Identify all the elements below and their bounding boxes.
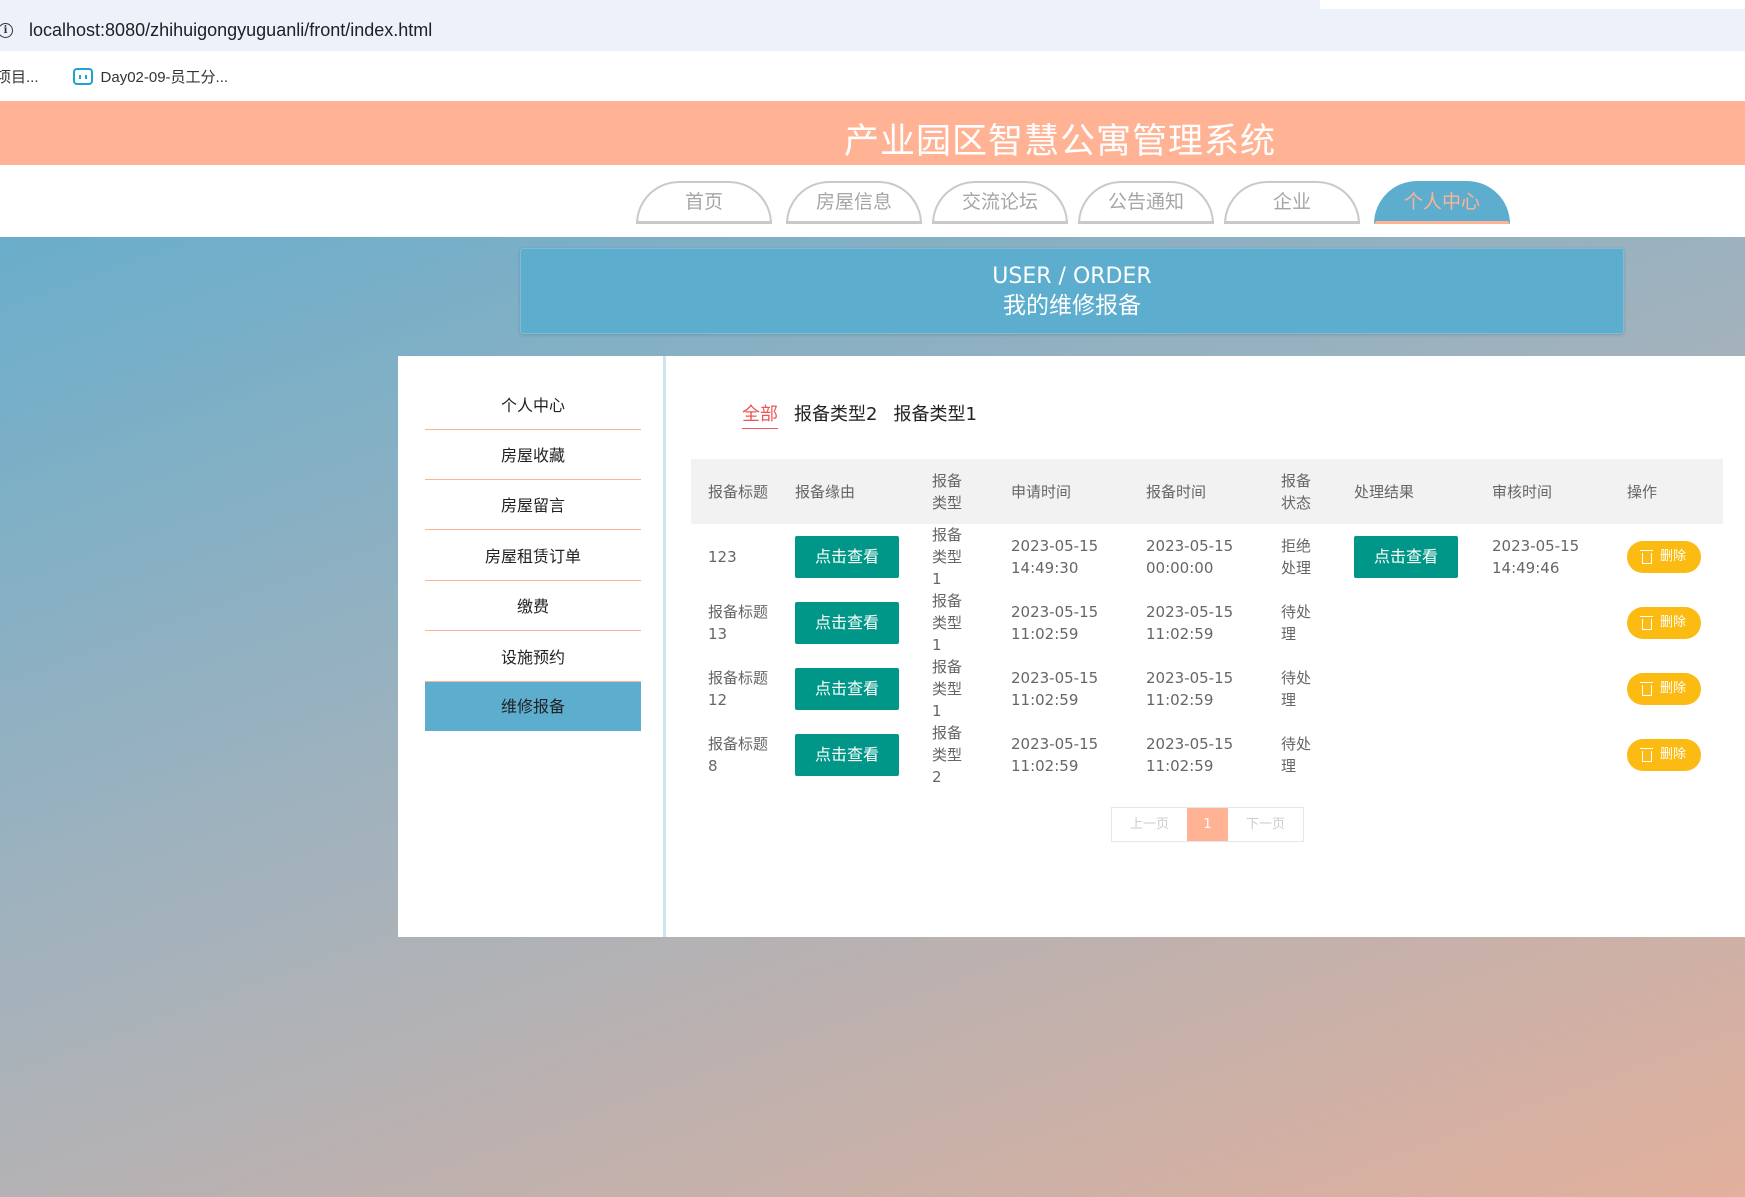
cell-audit-time xyxy=(1475,656,1610,722)
site-title: 产业园区智慧公寓管理系统 xyxy=(843,122,1276,162)
bookmark-2-label: Day02-09-员工分... xyxy=(100,68,229,86)
sidebar-item-user-center[interactable]: 个人中心 xyxy=(425,381,641,430)
delete-button[interactable]: 删除 xyxy=(1627,673,1701,705)
delete-label: 删除 xyxy=(1659,549,1686,564)
delete-label: 删除 xyxy=(1659,681,1686,696)
th-reason: 报备缘由 xyxy=(795,482,856,501)
cell-title: 123 xyxy=(708,548,737,566)
th-report-time: 报备时间 xyxy=(1146,482,1207,501)
cell-audit-time xyxy=(1475,590,1610,656)
url-text[interactable]: localhost:8080/zhihuigongyuguanli/front/… xyxy=(29,20,432,41)
type-filter: 全部 报备类型2 报备类型1 xyxy=(742,400,993,429)
filter-type2[interactable]: 报备类型2 xyxy=(794,400,877,429)
cell-result xyxy=(1337,656,1475,722)
site-info-icon[interactable]: i xyxy=(0,22,13,38)
delete-button[interactable]: 删除 xyxy=(1627,739,1701,771)
nav-home[interactable]: 首页 xyxy=(636,181,772,224)
nav-user-center[interactable]: 个人中心 xyxy=(1374,181,1510,224)
th-status: 报备状态 xyxy=(1281,471,1312,512)
trash-icon xyxy=(1639,615,1653,630)
view-result-button[interactable]: 点击查看 xyxy=(1354,536,1458,578)
cell-apply-time: 2023-05-15 14:49:30 xyxy=(1011,537,1099,577)
view-reason-button[interactable]: 点击查看 xyxy=(795,602,899,644)
cell-status: 待处理 xyxy=(1281,603,1312,643)
cell-audit-time xyxy=(1475,722,1610,788)
banner-cn: 我的维修报备 xyxy=(1003,293,1141,319)
bilibili-icon xyxy=(72,67,93,85)
sidebar-item-favorites[interactable]: 房屋收藏 xyxy=(425,431,641,480)
next-page-button[interactable]: 下一页 xyxy=(1228,808,1303,841)
banner-en: USER / ORDER xyxy=(992,264,1152,289)
delete-button[interactable]: 删除 xyxy=(1627,607,1701,639)
table-header-row: 报备标题 报备缘由 报备类型 申请时间 报备时间 报备状态 处理结果 审核时间 … xyxy=(691,459,1723,524)
site-header: 产业园区智慧公寓管理系统 xyxy=(0,101,1745,165)
repair-report-table: 报备标题 报备缘由 报备类型 申请时间 报备时间 报备状态 处理结果 审核时间 … xyxy=(691,459,1723,788)
th-type: 报备类型 xyxy=(932,471,963,512)
view-reason-button[interactable]: 点击查看 xyxy=(795,668,899,710)
filter-all[interactable]: 全部 xyxy=(742,400,778,429)
pagination: 上一页 1 下一页 xyxy=(1111,807,1304,842)
th-apply-time: 申请时间 xyxy=(1011,482,1072,501)
trash-icon xyxy=(1639,747,1653,762)
delete-button[interactable]: 删除 xyxy=(1627,541,1701,573)
sidebar: 个人中心 房屋收藏 房屋留言 房屋租赁订单 缴费 设施预约 维修报备 xyxy=(398,356,666,937)
cell-type: 报备类型1 xyxy=(932,592,963,654)
cell-apply-time: 2023-05-15 11:02:59 xyxy=(1011,735,1099,775)
nav-notice[interactable]: 公告通知 xyxy=(1078,181,1214,224)
table-row: 123 点击查看 报备类型1 2023-05-15 14:49:30 2023-… xyxy=(691,524,1723,590)
sidebar-item-rental-orders[interactable]: 房屋租赁订单 xyxy=(425,532,641,581)
cell-status: 待处理 xyxy=(1281,735,1312,775)
th-actions: 操作 xyxy=(1627,482,1658,501)
th-result: 处理结果 xyxy=(1354,482,1415,501)
cell-type: 报备类型1 xyxy=(932,526,963,588)
table-row: 报备标题8 点击查看 报备类型2 2023-05-15 11:02:59 202… xyxy=(691,722,1723,788)
content-panel: 个人中心 房屋收藏 房屋留言 房屋租赁订单 缴费 设施预约 维修报备 全部 报备… xyxy=(398,356,1745,937)
current-page[interactable]: 1 xyxy=(1187,808,1228,841)
cell-type: 报备类型2 xyxy=(932,724,963,786)
bookmark-1[interactable]: 项目... xyxy=(0,66,39,87)
nav-house-info[interactable]: 房屋信息 xyxy=(786,181,922,224)
sidebar-item-repair-report[interactable]: 维修报备 xyxy=(425,682,641,731)
cell-status: 待处理 xyxy=(1281,669,1312,709)
address-bar[interactable]: i localhost:8080/zhihuigongyuguanli/fron… xyxy=(0,9,1745,51)
cell-result xyxy=(1337,590,1475,656)
page-banner: USER / ORDER 我的维修报备 xyxy=(520,248,1624,334)
sidebar-item-payment[interactable]: 缴费 xyxy=(425,582,641,631)
cell-apply-time: 2023-05-15 11:02:59 xyxy=(1011,603,1099,643)
prev-page-button[interactable]: 上一页 xyxy=(1112,808,1187,841)
delete-label: 删除 xyxy=(1659,615,1686,630)
cell-report-time: 2023-05-15 00:00:00 xyxy=(1146,537,1234,577)
th-audit-time: 审核时间 xyxy=(1492,482,1553,501)
cell-status: 拒绝处理 xyxy=(1281,537,1312,577)
cell-report-time: 2023-05-15 11:02:59 xyxy=(1146,669,1234,709)
bookmark-2[interactable]: Day02-09-员工分... xyxy=(72,66,229,87)
cell-audit-time: 2023-05-15 14:49:46 xyxy=(1492,537,1580,577)
bookmarks-bar: 项目... Day02-09-员工分... xyxy=(0,51,1745,101)
cell-title: 报备标题8 xyxy=(708,735,769,775)
cell-type: 报备类型1 xyxy=(932,658,963,720)
delete-label: 删除 xyxy=(1659,747,1686,762)
cell-apply-time: 2023-05-15 11:02:59 xyxy=(1011,669,1099,709)
table-row: 报备标题12 点击查看 报备类型1 2023-05-15 11:02:59 20… xyxy=(691,656,1723,722)
browser-top-strip xyxy=(0,0,1745,9)
cell-title: 报备标题12 xyxy=(708,669,769,709)
sidebar-item-messages[interactable]: 房屋留言 xyxy=(425,481,641,530)
main-nav: 首页 房屋信息 交流论坛 公告通知 企业 个人中心 xyxy=(0,165,1745,237)
view-reason-button[interactable]: 点击查看 xyxy=(795,734,899,776)
cell-report-time: 2023-05-15 11:02:59 xyxy=(1146,603,1234,643)
nav-company[interactable]: 企业 xyxy=(1224,181,1360,224)
cell-report-time: 2023-05-15 11:02:59 xyxy=(1146,735,1234,775)
sidebar-item-facility-booking[interactable]: 设施预约 xyxy=(425,633,641,682)
trash-icon xyxy=(1639,549,1653,564)
view-reason-button[interactable]: 点击查看 xyxy=(795,536,899,578)
cell-title: 报备标题13 xyxy=(708,603,769,643)
th-title: 报备标题 xyxy=(708,482,769,501)
filter-type1[interactable]: 报备类型1 xyxy=(893,400,976,429)
trash-icon xyxy=(1639,681,1653,696)
nav-forum[interactable]: 交流论坛 xyxy=(932,181,1068,224)
table-row: 报备标题13 点击查看 报备类型1 2023-05-15 11:02:59 20… xyxy=(691,590,1723,656)
cell-result xyxy=(1337,722,1475,788)
